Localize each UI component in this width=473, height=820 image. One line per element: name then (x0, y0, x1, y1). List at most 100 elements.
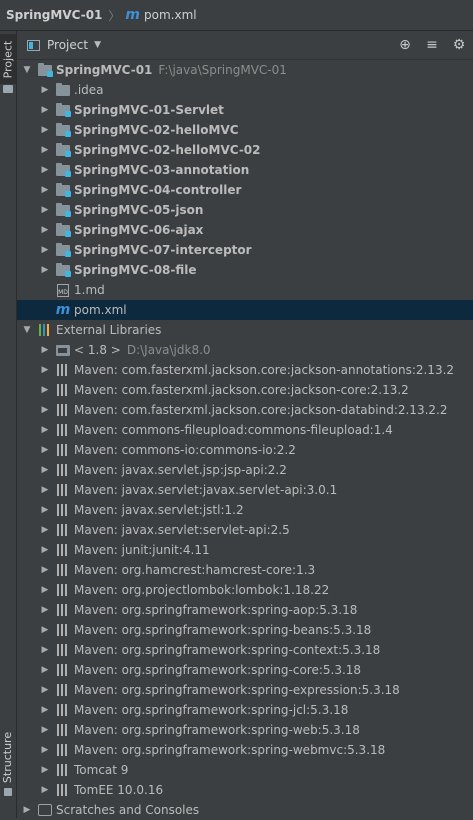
collapsed-arrow-icon[interactable]: ▶ (39, 785, 51, 795)
collapsed-arrow-icon[interactable]: ▶ (39, 425, 51, 435)
settings-icon[interactable]: ⚙ (451, 37, 467, 53)
library-item[interactable]: ▶ Maven: org.projectlombok:lombok:1.18.22 (17, 580, 473, 600)
library-item[interactable]: ▶ Tomcat 9 (17, 760, 473, 780)
expand-arrow-icon[interactable]: ▼ (21, 325, 33, 335)
collapsed-arrow-icon[interactable]: ▶ (39, 125, 51, 135)
collapsed-arrow-icon[interactable]: ▶ (39, 365, 51, 375)
collapsed-arrow-icon[interactable]: ▶ (39, 665, 51, 675)
tree-file-item[interactable]: m pom.xml (17, 300, 473, 320)
library-item[interactable]: ▶ Maven: org.springframework:spring-web:5… (17, 720, 473, 740)
tree-item-label: SpringMVC-03-annotation (74, 163, 250, 177)
collapsed-arrow-icon[interactable]: ▶ (39, 485, 51, 495)
tree-item-label: SpringMVC-08-file (74, 263, 197, 277)
collapsed-arrow-icon[interactable]: ▶ (39, 505, 51, 515)
tree-item-label: SpringMVC-02-helloMVC-02 (74, 143, 261, 157)
collapsed-arrow-icon[interactable]: ▶ (39, 145, 51, 155)
library-item[interactable]: ▶ Maven: org.springframework:spring-webmv… (17, 740, 473, 760)
external-libraries-label: External Libraries (56, 323, 162, 337)
collapsed-arrow-icon[interactable]: ▶ (39, 765, 51, 775)
expand-arrow-icon[interactable]: ▼ (21, 65, 33, 75)
collapsed-arrow-icon[interactable]: ▶ (39, 565, 51, 575)
panel-header: Project ▼ ⊕ ≡ ⚙ (17, 31, 473, 60)
tree-folder-item[interactable]: ▶ .idea (17, 80, 473, 100)
collapsed-arrow-icon[interactable]: ▶ (39, 445, 51, 455)
scratches-and-consoles[interactable]: ▶ Scratches and Consoles (17, 800, 473, 820)
external-libraries[interactable]: ▼ External Libraries (17, 320, 473, 340)
collapsed-arrow-icon[interactable]: ▶ (39, 685, 51, 695)
tree-folder-item[interactable]: ▶ SpringMVC-01-Servlet (17, 100, 473, 120)
tree-folder-item[interactable]: ▶ SpringMVC-03-annotation (17, 160, 473, 180)
library-item[interactable]: ▶ Maven: org.springframework:spring-conte… (17, 640, 473, 660)
tree-folder-item[interactable]: ▶ SpringMVC-08-file (17, 260, 473, 280)
collapsed-arrow-icon[interactable]: ▶ (39, 265, 51, 275)
library-item[interactable]: ▶ Maven: com.fasterxml.jackson.core:jacks… (17, 400, 473, 420)
collapsed-arrow-icon[interactable]: ▶ (39, 405, 51, 415)
library-item[interactable]: ▶ Maven: javax.servlet:jstl:1.2 (17, 500, 473, 520)
library-label: Maven: javax.servlet:servlet-api:2.5 (74, 523, 290, 537)
tree-folder-item[interactable]: ▶ SpringMVC-02-helloMVC-02 (17, 140, 473, 160)
library-item[interactable]: ▶ Maven: org.springframework:spring-expre… (17, 680, 473, 700)
collapsed-arrow-icon[interactable]: ▶ (39, 545, 51, 555)
library-item[interactable]: ▶ Maven: com.fasterxml.jackson.core:jacks… (17, 360, 473, 380)
library-item[interactable]: ▶ Maven: javax.servlet:servlet-api:2.5 (17, 520, 473, 540)
project-tool-tab[interactable]: Project (0, 34, 16, 84)
collapsed-arrow-icon[interactable]: ▶ (39, 345, 51, 355)
structure-icon (4, 788, 12, 796)
library-label: Maven: org.projectlombok:lombok:1.18.22 (74, 583, 330, 597)
collapse-all-icon[interactable]: ≡ (424, 37, 440, 53)
module-folder-icon (55, 222, 71, 237)
collapsed-arrow-icon[interactable]: ▶ (39, 105, 51, 115)
library-item[interactable]: ▶ Maven: com.fasterxml.jackson.core:jacks… (17, 380, 473, 400)
jdk-icon (55, 343, 71, 357)
library-icon (55, 763, 71, 777)
library-label: Maven: junit:junit:4.11 (74, 543, 210, 557)
library-item[interactable]: ▶ Maven: commons-fileupload:commons-fileu… (17, 420, 473, 440)
chevron-down-icon[interactable]: ▼ (94, 40, 101, 50)
collapsed-arrow-icon[interactable]: ▶ (39, 205, 51, 215)
collapsed-arrow-icon[interactable]: ▶ (21, 805, 33, 815)
breadcrumb-file[interactable]: pom.xml (144, 8, 197, 22)
structure-tool-tab[interactable]: Structure (0, 726, 16, 788)
tree-root[interactable]: ▼ SpringMVC-01 F:\java\SpringMVC-01 (17, 60, 473, 80)
library-item[interactable]: ▶ Maven: org.springframework:spring-aop:5… (17, 600, 473, 620)
collapsed-arrow-icon[interactable]: ▶ (39, 225, 51, 235)
library-item[interactable]: ▶ Maven: org.springframework:spring-core:… (17, 660, 473, 680)
locate-icon[interactable]: ⊕ (397, 37, 413, 53)
library-item[interactable]: ▶ Maven: junit:junit:4.11 (17, 540, 473, 560)
module-folder-icon (55, 102, 71, 117)
tree-item-label: SpringMVC-05-json (74, 203, 204, 217)
project-folder-icon (37, 62, 53, 77)
collapsed-arrow-icon[interactable]: ▶ (39, 85, 51, 95)
tree-folder-item[interactable]: ▶ SpringMVC-07-interceptor (17, 240, 473, 260)
library-item[interactable]: ▶ Maven: org.hamcrest:hamcrest-core:1.3 (17, 560, 473, 580)
tree-folder-item[interactable]: ▶ SpringMVC-05-json (17, 200, 473, 220)
library-item[interactable]: ▶ Maven: org.springframework:spring-beans… (17, 620, 473, 640)
collapsed-arrow-icon[interactable]: ▶ (39, 245, 51, 255)
tree-folder-item[interactable]: ▶ SpringMVC-04-controller (17, 180, 473, 200)
collapsed-arrow-icon[interactable]: ▶ (39, 185, 51, 195)
tree-item-label: SpringMVC-07-interceptor (74, 243, 252, 257)
tree-file-item[interactable]: MD 1.md (17, 280, 473, 300)
collapsed-arrow-icon[interactable]: ▶ (39, 725, 51, 735)
tree-folder-item[interactable]: ▶ SpringMVC-06-ajax (17, 220, 473, 240)
collapsed-arrow-icon[interactable]: ▶ (39, 385, 51, 395)
collapsed-arrow-icon[interactable]: ▶ (39, 705, 51, 715)
library-label: Maven: com.fasterxml.jackson.core:jackso… (74, 403, 448, 417)
collapsed-arrow-icon[interactable]: ▶ (39, 745, 51, 755)
collapsed-arrow-icon[interactable]: ▶ (39, 645, 51, 655)
collapsed-arrow-icon[interactable]: ▶ (39, 165, 51, 175)
jdk-item[interactable]: ▶ < 1.8 > D:\Java\jdk8.0 (17, 340, 473, 360)
tree-folder-item[interactable]: ▶ SpringMVC-02-helloMVC (17, 120, 473, 140)
library-item[interactable]: ▶ Maven: javax.servlet:javax.servlet-api:… (17, 480, 473, 500)
collapsed-arrow-icon[interactable]: ▶ (39, 525, 51, 535)
library-item[interactable]: ▶ Maven: org.springframework:spring-jcl:5… (17, 700, 473, 720)
library-item[interactable]: ▶ Maven: javax.servlet.jsp:jsp-api:2.2 (17, 460, 473, 480)
collapsed-arrow-icon[interactable]: ▶ (39, 465, 51, 475)
collapsed-arrow-icon[interactable]: ▶ (39, 605, 51, 615)
collapsed-arrow-icon[interactable]: ▶ (39, 625, 51, 635)
collapsed-arrow-icon[interactable]: ▶ (39, 585, 51, 595)
library-item[interactable]: ▶ Maven: commons-io:commons-io:2.2 (17, 440, 473, 460)
panel-title[interactable]: Project (47, 38, 88, 52)
library-item[interactable]: ▶ TomEE 10.0.16 (17, 780, 473, 800)
breadcrumb-project[interactable]: SpringMVC-01 (6, 8, 102, 22)
